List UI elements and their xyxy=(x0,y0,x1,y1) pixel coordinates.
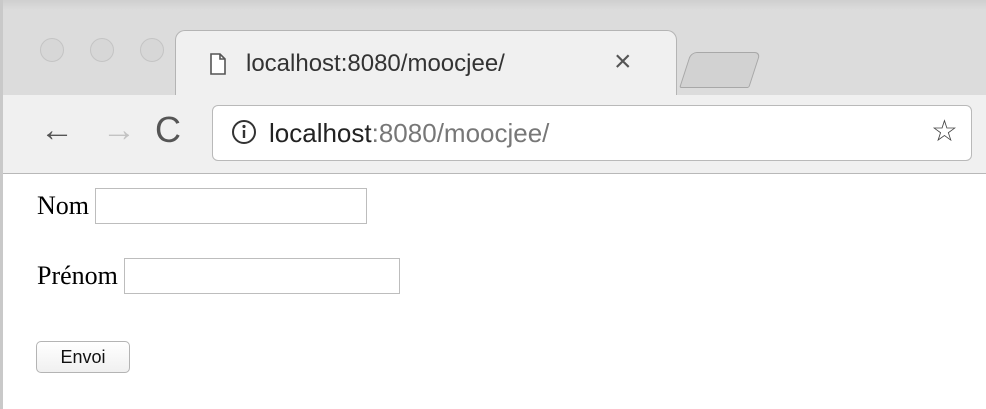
tab-title: localhost:8080/moocjee/ xyxy=(246,50,505,77)
address-bar[interactable]: localhost:8080/moocjee/ ☆ xyxy=(212,105,972,161)
window-zoom-light[interactable] xyxy=(140,38,164,62)
url-host: localhost xyxy=(269,118,372,148)
url-path: :8080/moocjee/ xyxy=(371,118,550,148)
prenom-label: Prénom xyxy=(37,261,118,290)
prenom-input[interactable] xyxy=(123,258,400,294)
tab-strip: localhost:8080/moocjee/ × xyxy=(0,0,986,97)
back-arrow-icon[interactable]: ← xyxy=(40,95,74,173)
bookmark-star-icon[interactable]: ☆ xyxy=(931,114,958,150)
browser-chrome: localhost:8080/moocjee/ × ← → C localhos… xyxy=(0,0,986,174)
reload-icon[interactable]: C xyxy=(155,95,181,173)
page-icon xyxy=(210,53,226,75)
window-close-light[interactable] xyxy=(40,38,64,62)
tab-close-icon[interactable]: × xyxy=(614,47,632,77)
new-tab-icon[interactable] xyxy=(679,52,761,88)
url-text: localhost:8080/moocjee/ xyxy=(269,117,549,149)
page-content: Nom Prénom Envoi xyxy=(0,174,986,409)
browser-tab[interactable]: localhost:8080/moocjee/ × xyxy=(175,30,677,97)
toolbar: ← → C localhost:8080/moocjee/ ☆ xyxy=(0,95,986,174)
tab-strip-shade xyxy=(0,0,986,10)
nom-row: Nom xyxy=(37,188,367,224)
window-minimize-light[interactable] xyxy=(90,38,114,62)
nom-label: Nom xyxy=(37,191,89,220)
nom-input[interactable] xyxy=(95,188,367,224)
forward-arrow-icon[interactable]: → xyxy=(102,95,136,173)
prenom-row: Prénom xyxy=(37,258,400,294)
submit-button[interactable]: Envoi xyxy=(36,341,130,373)
info-icon[interactable] xyxy=(231,119,257,145)
